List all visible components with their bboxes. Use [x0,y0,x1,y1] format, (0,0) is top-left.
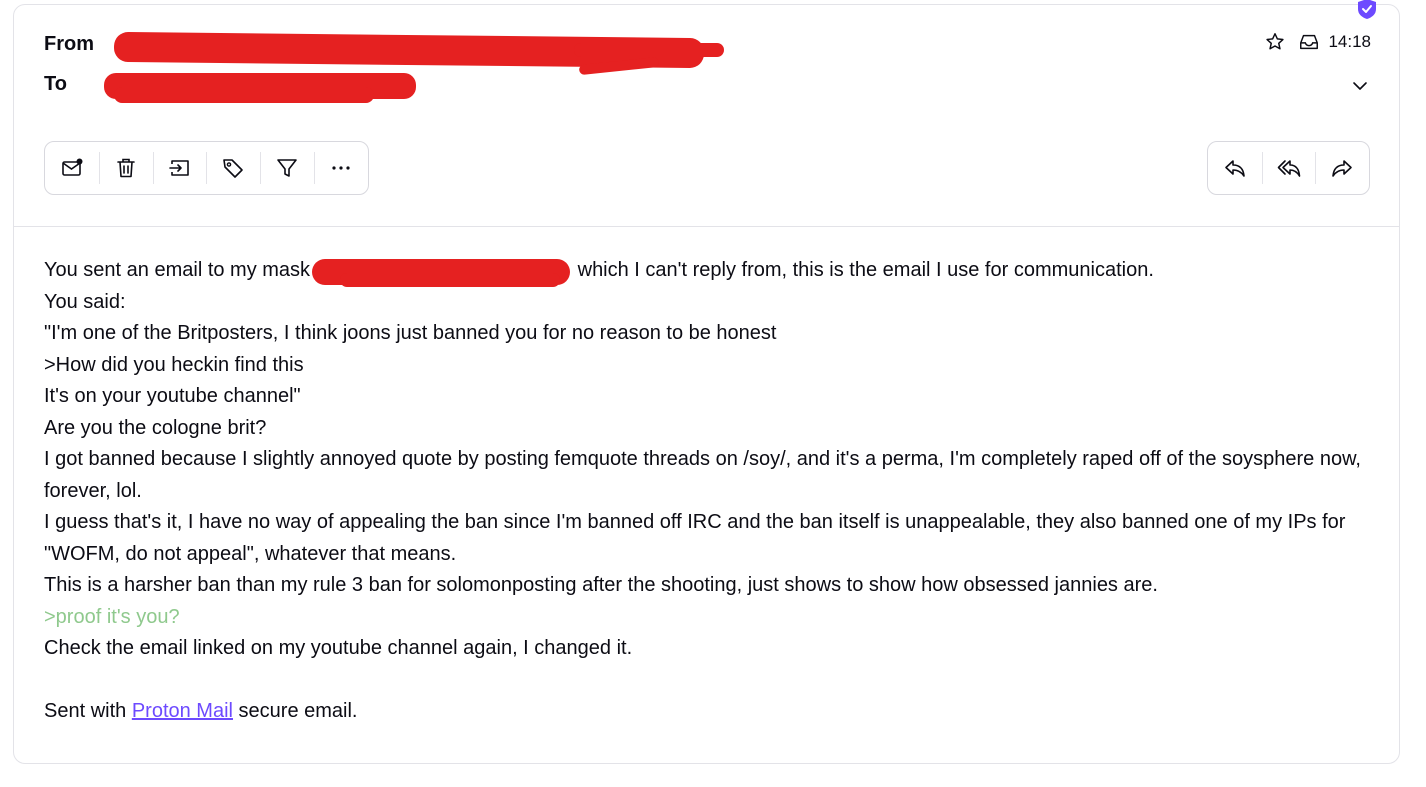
ellipsis-icon [332,166,350,170]
mask-address-redaction [310,258,572,287]
message-line: >How did you heckin find this [44,353,304,376]
message-time: 14:18 [1328,32,1371,51]
trash-icon [116,158,135,178]
message-header: From To 14:18 [14,0,1399,227]
move-button[interactable] [152,142,207,194]
trash-button[interactable] [98,142,153,194]
greentext-quote: >proof it's you? [44,605,180,628]
envelope-dot-icon [62,158,83,176]
filter-button[interactable] [260,142,314,194]
message-line: I got banned because I slightly annoyed … [44,448,1361,502]
mark-unread-button[interactable] [45,142,99,194]
proton-mail-link[interactable]: Proton Mail [132,700,233,722]
reply-icon [1225,160,1245,177]
tag-icon [223,159,244,178]
inbox-tray-icon [1300,34,1319,50]
chevron-down-icon[interactable] [1351,77,1369,95]
message-actions-toolbar [44,141,369,195]
message-line: It's on your youtube channel" [44,385,301,407]
message-line: You sent an email to my mask which I can… [44,255,1369,287]
reply-all-icon [1277,160,1300,177]
move-to-folder-icon [168,160,189,176]
to-label: To [44,73,67,95]
message-line: I guess that's it, I have no way of appe… [44,511,1346,565]
message-line: "I'm one of the Britposters, I think joo… [44,322,777,344]
shield-check-icon [1358,0,1376,19]
star-icon[interactable] [1264,31,1286,53]
message-line: Are you the cologne brit? [44,416,267,439]
forward-button[interactable] [1315,142,1369,194]
from-label: From [44,33,94,55]
message-card: From To 14:18 You sent an email to my ma… [13,0,1400,764]
more-button[interactable] [314,142,368,194]
forward-icon [1332,160,1352,177]
message-line: Check the email linked on my youtube cha… [44,637,633,659]
message-line: You said: [44,290,126,313]
reply-all-button[interactable] [1261,142,1316,194]
reply-button[interactable] [1208,142,1262,194]
filter-icon [277,159,298,177]
message-line: This is a harsher ban than my rule 3 ban… [44,574,1158,596]
label-button[interactable] [206,142,260,194]
header-meta: 14:18 [1264,31,1371,53]
signature: Sent with Proton Mail secure email. [44,700,358,722]
reply-actions-toolbar [1207,141,1370,195]
message-body: You sent an email to my mask which I can… [44,255,1369,728]
